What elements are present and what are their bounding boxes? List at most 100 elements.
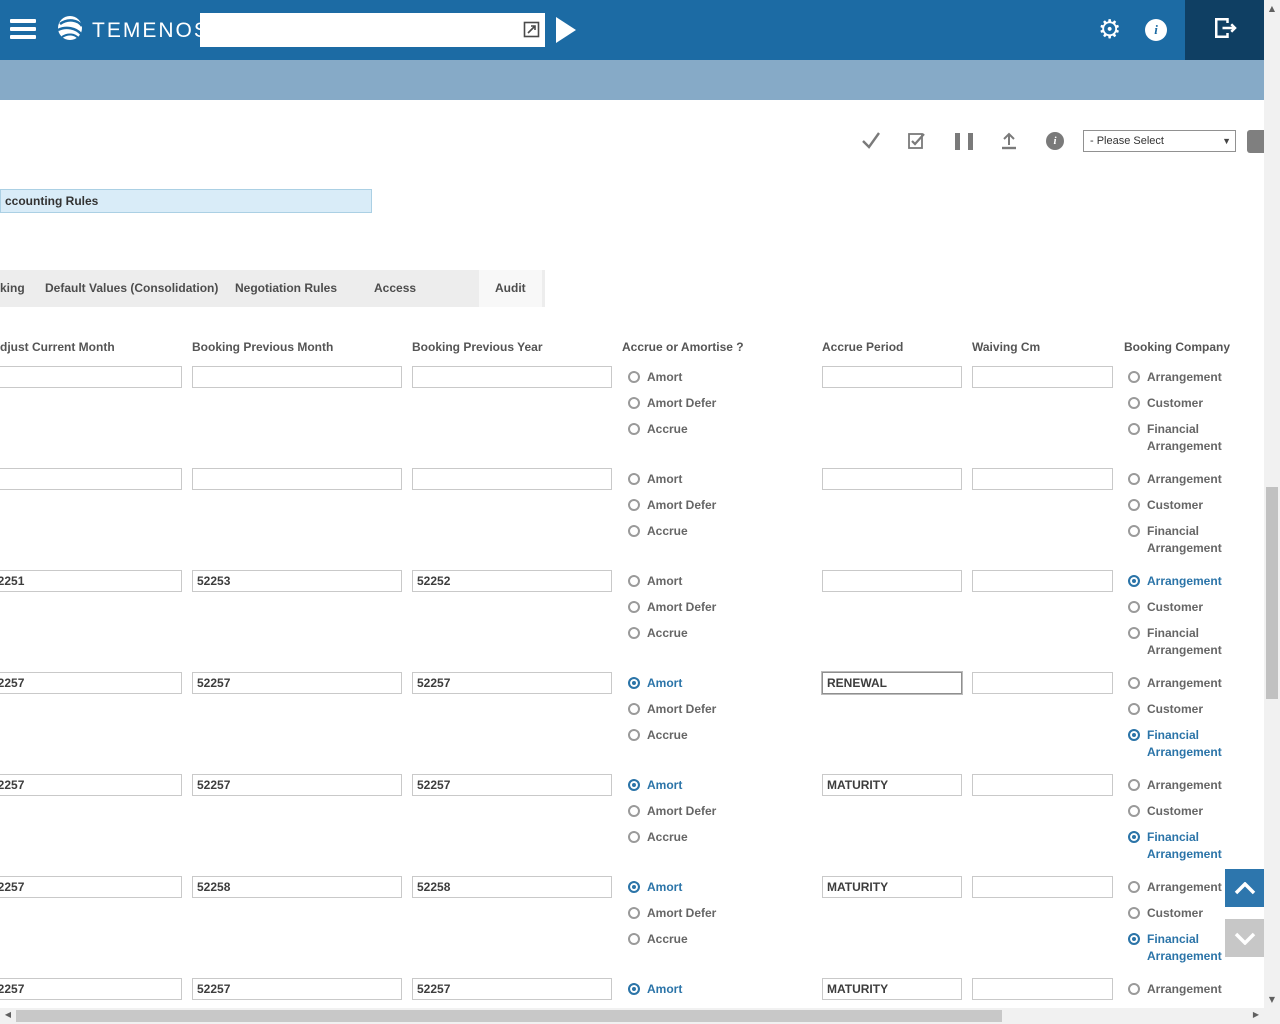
- menu-icon[interactable]: [10, 19, 36, 41]
- adjust-current-month-input[interactable]: [0, 672, 182, 694]
- radio-button[interactable]: [628, 983, 640, 995]
- radio-option-amort[interactable]: Amort: [628, 573, 748, 590]
- booking-previous-month-input[interactable]: [192, 774, 402, 796]
- settings-gear-icon[interactable]: ⚙: [1098, 17, 1121, 43]
- vertical-scrollbar-thumb[interactable]: [1266, 487, 1278, 699]
- radio-option-amort-defer[interactable]: Amort Defer: [628, 599, 748, 616]
- radio-option-amort[interactable]: Amort: [628, 879, 748, 896]
- radio-option-arrangement[interactable]: Arrangement: [1128, 981, 1232, 998]
- accrue-period-input[interactable]: [822, 774, 962, 796]
- radio-button[interactable]: [1128, 371, 1140, 383]
- radio-button[interactable]: [628, 933, 640, 945]
- booking-previous-year-input[interactable]: [412, 672, 612, 694]
- radio-button[interactable]: [628, 805, 640, 817]
- accrue-period-input[interactable]: [822, 876, 962, 898]
- radio-option-customer[interactable]: Customer: [1128, 497, 1232, 514]
- radio-button[interactable]: [628, 601, 640, 613]
- accrue-period-input[interactable]: [822, 366, 962, 388]
- accrue-period-input[interactable]: [822, 672, 962, 694]
- accrue-period-input[interactable]: [822, 570, 962, 592]
- waiving-cm-input[interactable]: [972, 570, 1113, 592]
- waiving-cm-input[interactable]: [972, 978, 1113, 1000]
- radio-button[interactable]: [628, 397, 640, 409]
- booking-previous-year-input[interactable]: [412, 468, 612, 490]
- booking-previous-year-input[interactable]: [412, 570, 612, 592]
- radio-option-arrangement[interactable]: Arrangement: [1128, 573, 1232, 590]
- radio-button[interactable]: [1128, 729, 1140, 741]
- radio-option-arrangement[interactable]: Arrangement: [1128, 777, 1232, 794]
- waiving-cm-input[interactable]: [972, 672, 1113, 694]
- radio-button[interactable]: [1128, 499, 1140, 511]
- radio-button[interactable]: [1128, 805, 1140, 817]
- radio-option-financial-arrangement[interactable]: Financial Arrangement: [1128, 625, 1232, 659]
- radio-option-accrue[interactable]: Accrue: [628, 523, 748, 540]
- radio-option-accrue[interactable]: Accrue: [628, 727, 748, 744]
- waiving-cm-input[interactable]: [972, 366, 1113, 388]
- scrollbar-right-arrow[interactable]: ▶: [1248, 1010, 1264, 1019]
- radio-button[interactable]: [1128, 831, 1140, 843]
- radio-button[interactable]: [1128, 601, 1140, 613]
- info-icon[interactable]: i: [1145, 19, 1167, 41]
- adjust-current-month-input[interactable]: [0, 570, 182, 592]
- radio-option-accrue[interactable]: Accrue: [628, 625, 748, 642]
- radio-button[interactable]: [628, 703, 640, 715]
- radio-option-amort-defer[interactable]: Amort Defer: [628, 701, 748, 718]
- booking-previous-month-input[interactable]: [192, 570, 402, 592]
- radio-option-amort-defer[interactable]: Amort Defer: [628, 803, 748, 820]
- radio-option-financial-arrangement[interactable]: Financial Arrangement: [1128, 829, 1232, 863]
- booking-previous-month-input[interactable]: [192, 672, 402, 694]
- radio-button[interactable]: [1128, 907, 1140, 919]
- radio-button[interactable]: [1128, 933, 1140, 945]
- radio-button[interactable]: [1128, 703, 1140, 715]
- scroll-down-button[interactable]: [1225, 919, 1264, 957]
- radio-option-amort[interactable]: Amort: [628, 369, 748, 386]
- radio-option-customer[interactable]: Customer: [1128, 701, 1232, 718]
- sign-off-button[interactable]: [1185, 0, 1264, 60]
- radio-button[interactable]: [1128, 473, 1140, 485]
- accrue-period-input[interactable]: [822, 468, 962, 490]
- horizontal-scrollbar[interactable]: ◀ ▶: [0, 1008, 1264, 1024]
- radio-option-customer[interactable]: Customer: [1128, 599, 1232, 616]
- radio-option-accrue[interactable]: Accrue: [628, 421, 748, 438]
- radio-option-amort[interactable]: Amort: [628, 675, 748, 692]
- radio-option-financial-arrangement[interactable]: Financial Arrangement: [1128, 421, 1232, 455]
- booking-previous-year-input[interactable]: [412, 876, 612, 898]
- radio-option-amort-defer[interactable]: Amort Defer: [628, 395, 748, 412]
- radio-option-amort-defer[interactable]: Amort Defer: [628, 905, 748, 922]
- radio-option-amort-defer[interactable]: Amort Defer: [628, 497, 748, 514]
- radio-option-arrangement[interactable]: Arrangement: [1128, 369, 1232, 386]
- booking-previous-year-input[interactable]: [412, 366, 612, 388]
- radio-option-financial-arrangement[interactable]: Financial Arrangement: [1128, 931, 1232, 965]
- radio-button[interactable]: [628, 779, 640, 791]
- adjust-current-month-input[interactable]: [0, 774, 182, 796]
- radio-button[interactable]: [628, 371, 640, 383]
- radio-option-arrangement[interactable]: Arrangement: [1128, 675, 1232, 692]
- radio-button[interactable]: [1128, 397, 1140, 409]
- radio-button[interactable]: [628, 677, 640, 689]
- booking-previous-year-input[interactable]: [412, 774, 612, 796]
- accrue-period-input[interactable]: [822, 978, 962, 1000]
- radio-button[interactable]: [628, 473, 640, 485]
- booking-previous-month-input[interactable]: [192, 366, 402, 388]
- radio-button[interactable]: [1128, 627, 1140, 639]
- waiving-cm-input[interactable]: [972, 876, 1113, 898]
- radio-option-financial-arrangement[interactable]: Financial Arrangement: [1128, 727, 1232, 761]
- launch-enquiry-icon[interactable]: [523, 21, 540, 43]
- radio-button[interactable]: [628, 575, 640, 587]
- radio-button[interactable]: [1128, 881, 1140, 893]
- scrollbar-up-arrow[interactable]: ▲: [1264, 4, 1280, 13]
- radio-button[interactable]: [628, 499, 640, 511]
- booking-previous-month-input[interactable]: [192, 468, 402, 490]
- scroll-up-button[interactable]: [1225, 869, 1264, 907]
- radio-button[interactable]: [1128, 779, 1140, 791]
- radio-button[interactable]: [628, 729, 640, 741]
- radio-option-amort[interactable]: Amort: [628, 981, 748, 998]
- booking-previous-month-input[interactable]: [192, 978, 402, 1000]
- radio-button[interactable]: [628, 907, 640, 919]
- radio-button[interactable]: [1128, 423, 1140, 435]
- scrollbar-left-arrow[interactable]: ◀: [0, 1010, 16, 1019]
- radio-option-financial-arrangement[interactable]: Financial Arrangement: [1128, 523, 1232, 557]
- adjust-current-month-input[interactable]: [0, 876, 182, 898]
- radio-button[interactable]: [628, 831, 640, 843]
- radio-option-accrue[interactable]: Accrue: [628, 931, 748, 948]
